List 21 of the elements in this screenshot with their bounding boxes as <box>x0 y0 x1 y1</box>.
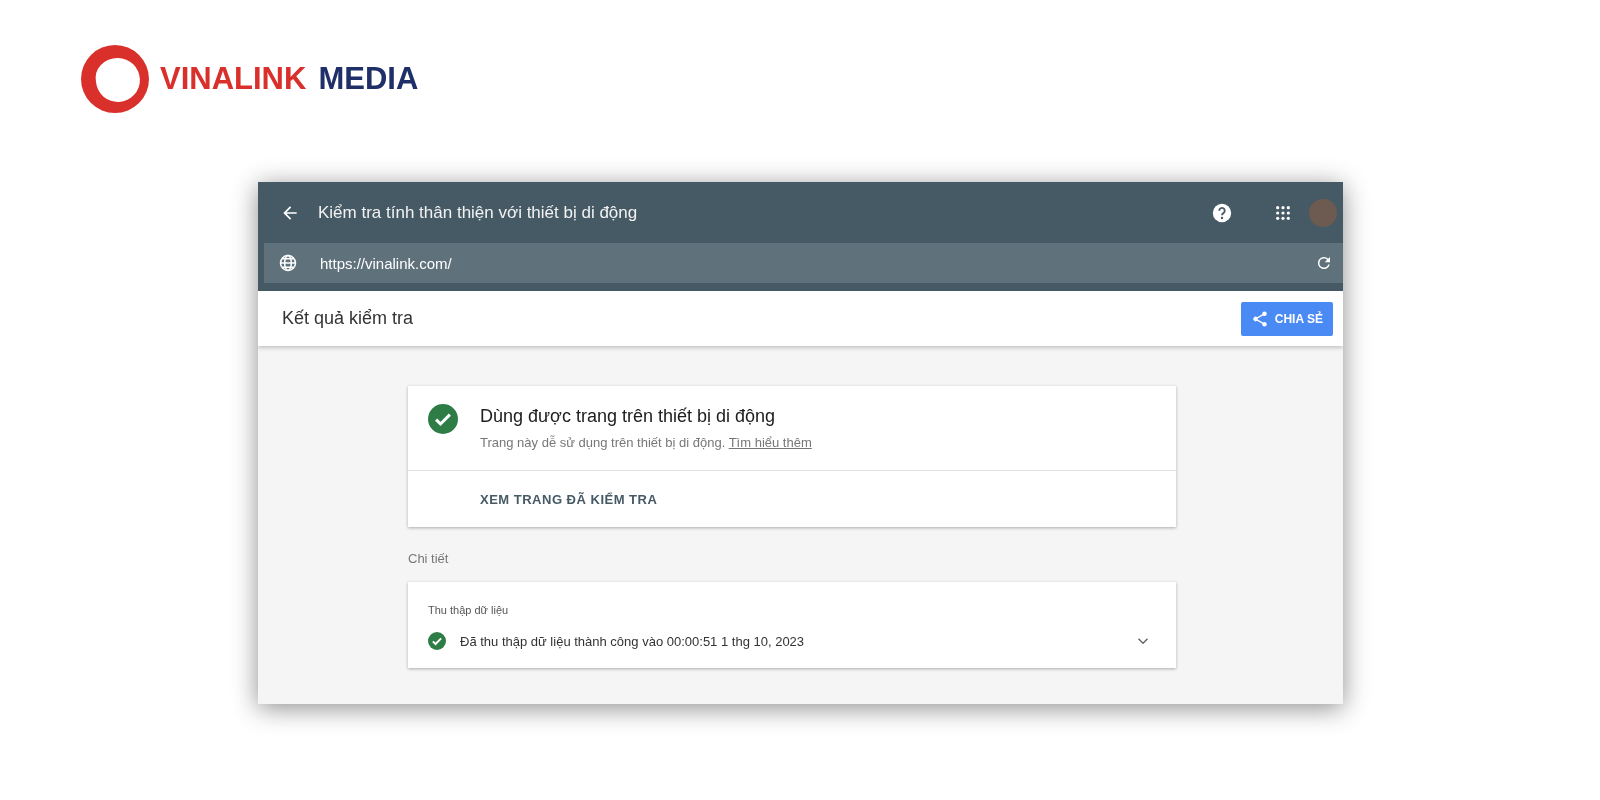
learn-more-link[interactable]: Tìm hiểu thêm <box>728 435 812 450</box>
logo-ring-icon <box>80 44 150 114</box>
results-title: Kết quả kiểm tra <box>282 308 415 329</box>
check-circle-icon <box>428 632 446 650</box>
globe-icon <box>278 253 298 273</box>
result-description: Trang này dễ sử dụng trên thiết bị di động. <box>480 435 726 450</box>
share-icon <box>1250 309 1269 328</box>
help-icon[interactable] <box>1211 201 1233 224</box>
crawl-status: Đã thu thập dữ liệu thành công vào 00:00:51 1 thg 10, 2023 <box>460 633 806 649</box>
check-circle-icon <box>428 404 458 434</box>
share-button[interactable]: CHIA SẺ <box>1240 301 1333 336</box>
reload-icon[interactable] <box>1315 254 1333 272</box>
logo-suffix-text: MEDIA <box>318 61 419 97</box>
result-heading: Dùng được trang trên thiết bị di động <box>480 406 777 427</box>
view-tested-page-link[interactable]: XEM TRANG ĐÃ KIỂM TRA <box>480 492 658 507</box>
window-title: Kiểm tra tính thân thiện với thiết bị di động <box>318 202 639 223</box>
crawl-card-title: Thu thập dữ liệu <box>428 604 510 616</box>
url-field[interactable]: https://vinalink.com/ <box>264 243 1343 283</box>
details-label: Chi tiết <box>408 551 450 566</box>
apps-grid-icon[interactable] <box>1275 204 1291 221</box>
logo-brand-text: VINALINK <box>160 61 307 97</box>
